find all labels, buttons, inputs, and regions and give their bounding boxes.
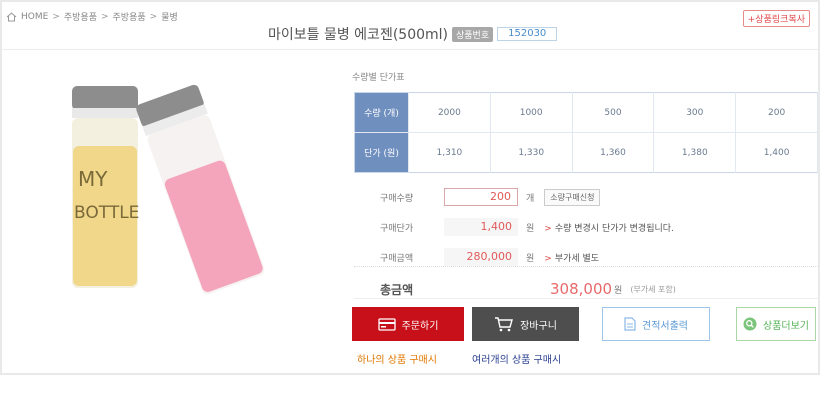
cart-button-label: 장바구니 (520, 320, 557, 332)
breadcrumb-home[interactable]: HOME (21, 12, 48, 22)
svg-text:MY: MY (78, 167, 108, 191)
order-button-label: 주문하기 (401, 320, 439, 332)
order-form: 구매수량 200 개 소량구매신청 구매단가 1,400 원 > 수량 변경시 단… (380, 182, 800, 272)
single-purchase-caption: 하나의 상품 구매시 (357, 355, 437, 366)
title-row: 마이보틀 물병 에코젠(500ml) 상품번호 152030 (268, 24, 558, 44)
qty-unit: 개 (526, 193, 535, 204)
product-header: HOME > 주방용품 > 주방용품 > 물병 마이보틀 물병 에코젠(500m… (2, 2, 818, 50)
copy-link-button[interactable]: +상품링크복사 (742, 10, 810, 27)
product-image: MY BOTTLE (72, 84, 265, 295)
chevron-right-icon: > (100, 11, 109, 22)
chevron-right-icon: > (544, 253, 552, 264)
qty-header: 수량 (개) (354, 92, 409, 133)
chevron-right-icon: > (52, 11, 60, 22)
estimate-button-label: 견적서출력 (642, 320, 688, 332)
unit-price-label: 구매단가 (380, 223, 414, 234)
qty-cell: 2000 (408, 92, 491, 133)
breadcrumb: HOME > 주방용품 > 주방용품 > 물병 (6, 10, 178, 23)
home-icon[interactable] (6, 11, 17, 22)
unit-price-unit: 원 (526, 223, 535, 234)
qty-cell: 200 (735, 92, 818, 133)
product-title: 마이보틀 물병 에코젠(500ml) (268, 27, 448, 43)
qty-label: 구매수량 (380, 193, 414, 204)
document-icon (624, 317, 636, 331)
multi-purchase-caption: 여러개의 상품 구매시 (472, 355, 562, 366)
breadcrumb-item[interactable]: 주방용품 (113, 10, 146, 23)
search-icon (743, 317, 757, 331)
qty-row: 구매수량 200 개 소량구매신청 (380, 182, 800, 212)
card-icon (377, 317, 396, 331)
small-quantity-button[interactable]: 소량구매신청 (544, 188, 601, 206)
qty-cell: 500 (572, 92, 655, 133)
chevron-right-icon: > (149, 11, 158, 22)
amount-note: > 부가세 별도 (544, 251, 599, 264)
price-cell: 1,310 (408, 132, 491, 173)
amount-row: 구매금액 280,000 원 > 부가세 별도 (380, 242, 800, 272)
unit-price-note-text: 수량 변경시 단가가 변경됩니다. (554, 223, 674, 234)
product-code-value: 152030 (497, 27, 558, 41)
cart-icon (495, 317, 514, 332)
divider (354, 298, 818, 299)
action-buttons: 주문하기 장바구니 견적서출력 상품더보기 (352, 307, 818, 343)
svg-text:BOTTLE: BOTTLE (74, 203, 139, 223)
unit-price-row: 구매단가 1,400 원 > 수량 변경시 단가가 변경됩니다. (380, 212, 800, 242)
price-cell: 1,400 (735, 132, 818, 173)
order-button[interactable]: 주문하기 (352, 307, 464, 341)
order-panel: 수량별 단가표 수량 (개) 2000 1000 500 300 200 단가 … (352, 60, 818, 366)
total-unit: 원 (614, 285, 623, 296)
more-products-button[interactable]: 상품더보기 (736, 307, 816, 341)
qty-input[interactable]: 200 (444, 188, 518, 206)
chevron-right-icon: > (544, 223, 552, 234)
table-row: 수량 (개) 2000 1000 500 300 200 (354, 92, 818, 133)
amount-label: 구매금액 (380, 253, 414, 264)
product-detail-panel: HOME > 주방용품 > 주방용품 > 물병 마이보틀 물병 에코젠(500m… (0, 0, 820, 375)
total-value: 308,000 (550, 280, 613, 298)
amount-note-text: 부가세 별도 (554, 253, 600, 264)
qty-cell: 300 (653, 92, 737, 133)
price-table-title: 수량별 단가표 (352, 73, 405, 83)
amount-value: 280,000 (444, 248, 518, 266)
price-header: 단가 (원) (354, 132, 409, 173)
table-row: 단가 (원) 1,310 1,330 1,360 1,380 1,400 (354, 132, 818, 173)
estimate-button[interactable]: 견적서출력 (602, 307, 710, 341)
unit-price-note: > 수량 변경시 단가가 변경됩니다. (544, 221, 674, 234)
breadcrumb-item[interactable]: 주방용품 (64, 10, 97, 23)
more-products-button-label: 상품더보기 (763, 320, 809, 332)
price-cell: 1,360 (572, 132, 655, 173)
vat-note: (부가세 포함) (630, 284, 676, 294)
cart-button[interactable]: 장바구니 (472, 307, 579, 341)
breadcrumb-item[interactable]: 물병 (161, 10, 178, 23)
price-cell: 1,330 (490, 132, 573, 173)
qty-cell: 1000 (490, 92, 573, 133)
product-code-label: 상품번호 (452, 26, 494, 42)
total-row: 총금액 308,000 원 (부가세 포함) (380, 274, 820, 304)
unit-price-value: 1,400 (444, 218, 518, 236)
price-cell: 1,380 (653, 132, 737, 173)
divider (354, 266, 818, 267)
price-table: 수량 (개) 2000 1000 500 300 200 단가 (원) 1,31… (354, 92, 818, 173)
amount-unit: 원 (526, 253, 535, 264)
total-label: 총금액 (380, 282, 414, 297)
